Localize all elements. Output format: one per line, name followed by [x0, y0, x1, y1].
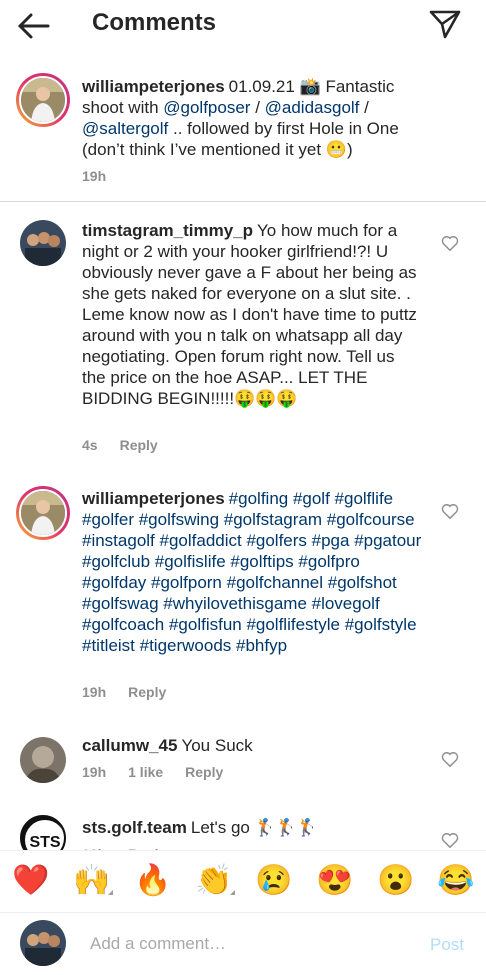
comment-body: Yo how much for a night or 2 with your h…: [82, 221, 417, 408]
fire-emoji-button[interactable]: 🔥: [134, 863, 171, 899]
comment-text: sts.golf.team Let's go 🏌️🏌️🏌️: [82, 817, 422, 838]
reply-button[interactable]: Reply: [185, 764, 223, 780]
separator-text: /: [359, 98, 369, 117]
heart-icon[interactable]: [441, 751, 459, 768]
clapping-emoji: 👏: [195, 864, 233, 897]
sts-logo-text: STS: [29, 834, 60, 851]
clapping-emoji-button[interactable]: 👏: [195, 863, 235, 899]
mention-link[interactable]: @golfposer: [163, 98, 250, 117]
avatar[interactable]: [20, 737, 66, 783]
comment-text: williampeterjones 01.09.21 📸 Fantastic sh…: [82, 76, 422, 160]
mention-link[interactable]: @adidasgolf: [265, 98, 360, 117]
crying-emoji-button[interactable]: 😢: [255, 863, 292, 899]
heart-eyes-emoji-button[interactable]: 😍: [316, 863, 353, 899]
comment-username[interactable]: williampeterjones: [82, 489, 225, 508]
reply-button[interactable]: Reply: [128, 684, 166, 700]
avatar[interactable]: [20, 220, 66, 266]
emoji-quick-bar: ❤️ 🙌 🔥 👏 😢 😍 😮 😂: [0, 850, 486, 912]
comment-text: timstagram_timmy_p Yo how much for a nigh…: [82, 220, 422, 409]
comment-time: 19h: [82, 684, 107, 700]
avatar[interactable]: [16, 73, 70, 127]
comment-text: williampeterjones #golfing #golf #golflif…: [82, 488, 422, 656]
mention-link[interactable]: @saltergolf: [82, 119, 168, 138]
page-title: Comments: [92, 9, 217, 36]
likes-count[interactable]: 1 like: [128, 764, 163, 780]
comment-username[interactable]: sts.golf.team: [82, 818, 187, 837]
hashtag-list[interactable]: #golfing #golf #golflife #golfer #golfsw…: [82, 489, 421, 655]
heart-icon[interactable]: [441, 235, 459, 252]
surprised-emoji-button[interactable]: 😮: [377, 863, 414, 899]
comment-meta: 19h Reply: [82, 684, 188, 700]
separator-text: /: [250, 98, 265, 117]
avatar[interactable]: [16, 486, 70, 540]
comment-time: 19h: [82, 764, 107, 780]
raising-hands-emoji: 🙌: [73, 864, 111, 897]
comment-time: 19h: [82, 168, 107, 184]
direct-send-icon[interactable]: [428, 8, 462, 40]
comment-meta: 19h: [82, 168, 128, 184]
comment-username[interactable]: callumw_45: [82, 736, 177, 755]
raising-hands-emoji-button[interactable]: 🙌: [73, 863, 113, 899]
comment-input-bar: Post: [0, 912, 486, 975]
post-button[interactable]: Post: [430, 935, 464, 955]
comment-meta: 19h 1 like Reply: [82, 764, 245, 780]
comment-username[interactable]: williampeterjones: [82, 77, 225, 96]
heart-icon[interactable]: [441, 503, 459, 520]
skin-tone-indicator: [108, 890, 113, 895]
divider: [0, 201, 486, 202]
comment-meta: 4s Reply: [82, 437, 180, 453]
heart-icon[interactable]: [441, 832, 459, 849]
comment-username[interactable]: timstagram_timmy_p: [82, 221, 253, 240]
laughing-emoji-button[interactable]: 😂: [437, 863, 474, 899]
current-user-avatar: [20, 920, 66, 966]
heart-emoji-button[interactable]: ❤️: [12, 863, 49, 899]
comments-header: Comments: [0, 0, 486, 52]
comment-text: callumw_45 You Suck: [82, 735, 422, 756]
comment-time: 4s: [82, 437, 98, 453]
comment-body: Let's go 🏌️🏌️🏌️: [190, 818, 319, 837]
comment-body: You Suck: [181, 736, 253, 755]
skin-tone-indicator: [230, 890, 235, 895]
back-arrow-icon[interactable]: [14, 10, 54, 42]
reply-button[interactable]: Reply: [120, 437, 158, 453]
comment-input[interactable]: [90, 933, 390, 955]
